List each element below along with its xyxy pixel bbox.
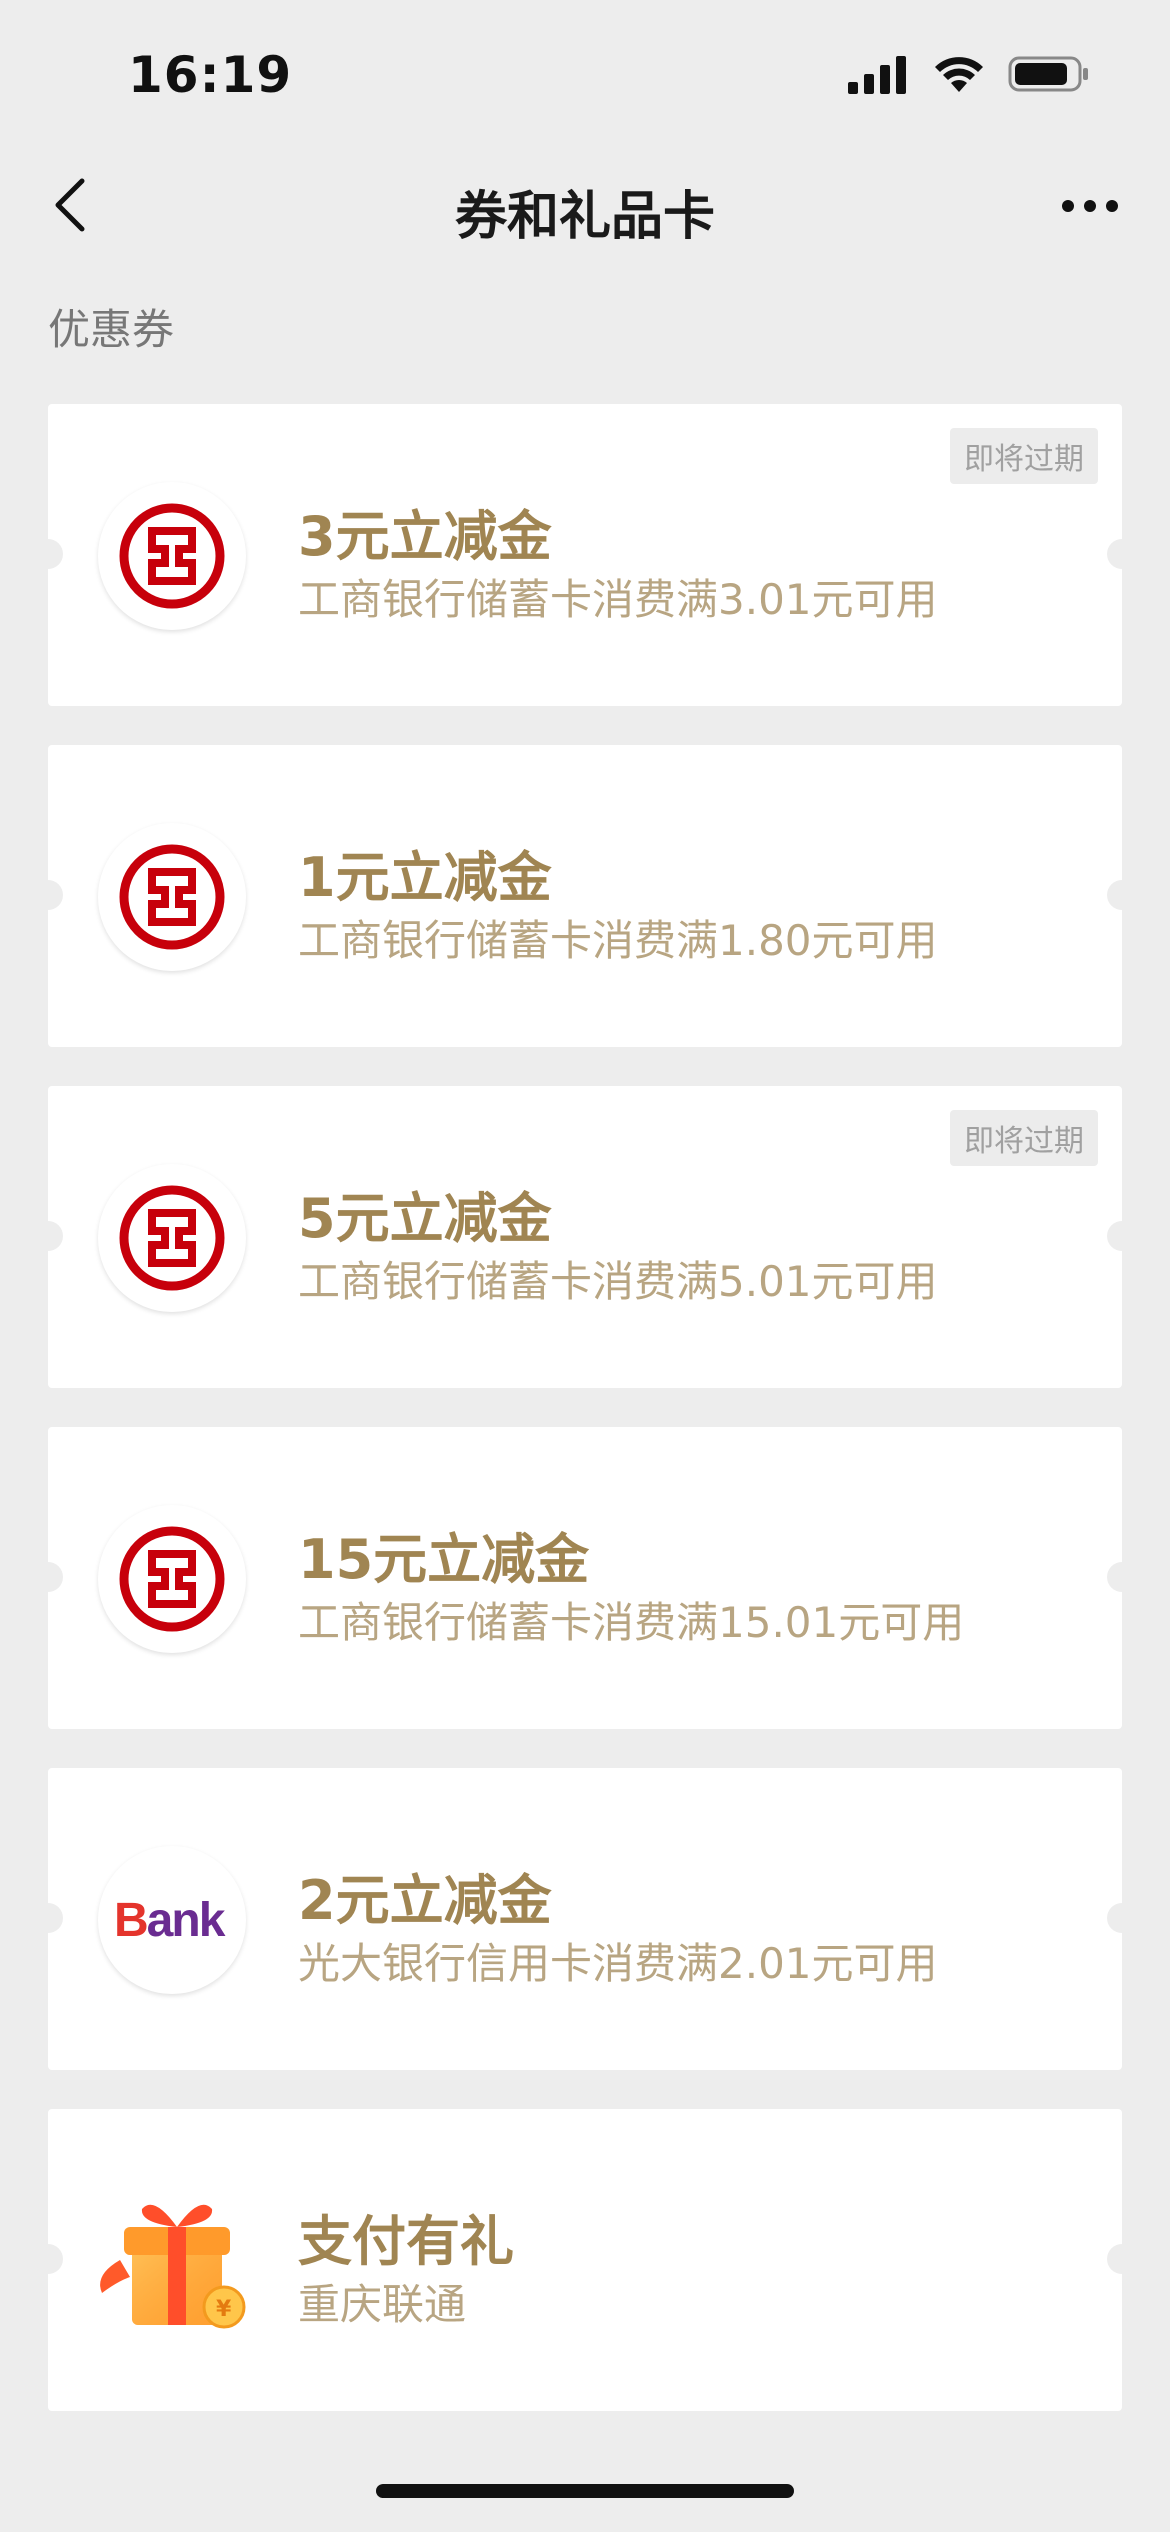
status-icons <box>848 54 1090 94</box>
card-notch <box>33 2244 63 2274</box>
coupon-description: 光大银行信用卡消费满2.01元可用 <box>298 1939 938 1988</box>
coupon-card[interactable]: 3元立减金 工商银行储蓄卡消费满3.01元可用 即将过期 <box>33 404 1137 706</box>
nav-bar: 券和礼品卡 <box>0 150 1170 260</box>
coupon-list: 3元立减金 工商银行储蓄卡消费满3.01元可用 即将过期 1元立减金 工商银行储… <box>33 404 1137 2450</box>
card-notch <box>1107 1221 1137 1251</box>
coupon-description: 工商银行储蓄卡消费满3.01元可用 <box>298 575 938 624</box>
coupon-card[interactable]: ¥ 支付有礼 重庆联通 <box>33 2109 1137 2411</box>
icbc-logo-icon <box>98 1505 246 1653</box>
coupon-description: 重庆联通 <box>298 2280 467 2329</box>
card-notch <box>1107 1903 1137 1933</box>
icbc-logo-icon <box>98 1164 246 1312</box>
coupon-title: 1元立减金 <box>298 846 552 909</box>
battery-icon <box>1008 56 1088 92</box>
page-title: 券和礼品卡 <box>454 187 715 247</box>
icbc-logo-icon <box>98 823 246 971</box>
svg-text:Bank: Bank <box>114 1894 226 1947</box>
expiring-badge: 即将过期 <box>950 428 1098 484</box>
signal-icon <box>848 56 906 94</box>
coupon-title: 支付有礼 <box>298 2210 514 2273</box>
card-notch <box>33 1903 63 1933</box>
coupon-title: 5元立减金 <box>298 1187 552 1250</box>
gift-box-icon: ¥ <box>84 2165 264 2345</box>
card-notch <box>33 1221 63 1251</box>
coupon-card[interactable]: 15元立减金 工商银行储蓄卡消费满15.01元可用 <box>33 1427 1137 1729</box>
coupon-card[interactable]: Bank 2元立减金 光大银行信用卡消费满2.01元可用 <box>33 1768 1137 2070</box>
wifi-icon <box>935 57 983 92</box>
status-bar: 16:19 <box>0 0 1170 150</box>
coupon-card[interactable]: 5元立减金 工商银行储蓄卡消费满5.01元可用 即将过期 <box>33 1086 1137 1388</box>
coupon-description: 工商银行储蓄卡消费满15.01元可用 <box>298 1598 965 1647</box>
bank-logo-icon: Bank <box>98 1846 246 1994</box>
section-title: 优惠券 <box>48 305 175 354</box>
coupon-description: 工商银行储蓄卡消费满5.01元可用 <box>298 1257 938 1306</box>
coupon-title: 3元立减金 <box>298 505 552 568</box>
card-notch <box>33 1562 63 1592</box>
coupon-description: 工商银行储蓄卡消费满1.80元可用 <box>298 916 938 965</box>
status-time: 16:19 <box>128 46 293 104</box>
more-dots-icon <box>1062 200 1118 212</box>
card-notch <box>1107 1562 1137 1592</box>
card-notch <box>1107 539 1137 569</box>
svg-text:¥: ¥ <box>216 2297 232 2322</box>
coupon-card[interactable]: 1元立减金 工商银行储蓄卡消费满1.80元可用 <box>33 745 1137 1047</box>
card-notch <box>1107 880 1137 910</box>
expiring-badge: 即将过期 <box>950 1110 1098 1166</box>
icbc-logo-icon <box>98 482 246 630</box>
coupon-title: 2元立减金 <box>298 1869 552 1932</box>
coupon-title: 15元立减金 <box>298 1528 590 1591</box>
card-notch <box>33 880 63 910</box>
card-notch <box>1107 2244 1137 2274</box>
card-notch <box>33 539 63 569</box>
more-button[interactable] <box>1050 176 1130 236</box>
home-indicator[interactable] <box>376 2484 794 2498</box>
